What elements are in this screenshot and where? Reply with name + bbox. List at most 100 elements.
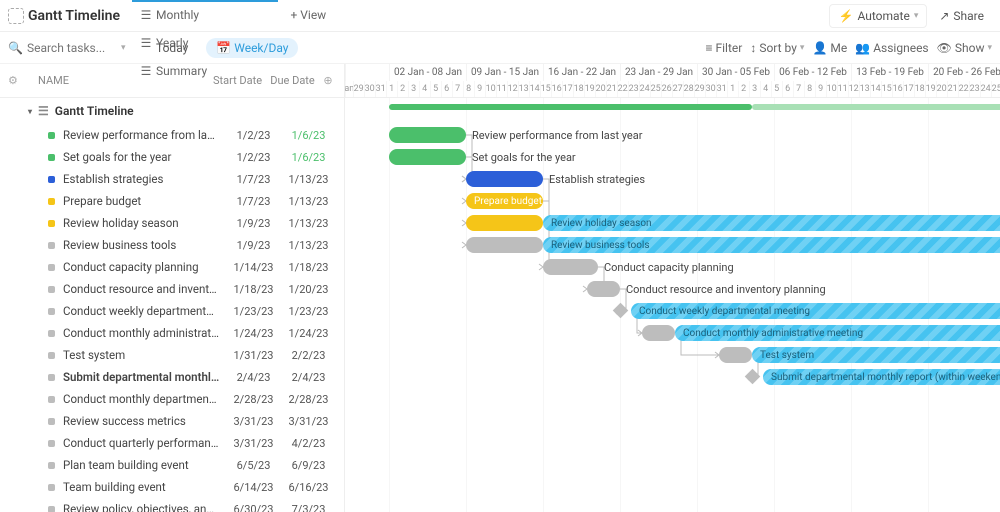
chevron-down-icon[interactable]: ▾ xyxy=(121,43,126,53)
task-row[interactable]: Test system1/31/232/2/23 xyxy=(0,344,344,366)
gantt-bar[interactable]: Establish strategies xyxy=(466,171,543,187)
week-header: 13 Feb - 19 Feb xyxy=(851,64,928,81)
task-row[interactable]: Conduct quarterly performance m...3/31/2… xyxy=(0,432,344,454)
list-icon: ☰ xyxy=(38,104,49,118)
gantt-bar-progress[interactable]: Review holiday season xyxy=(543,215,1000,231)
task-row[interactable]: Review holiday season1/9/231/13/23 xyxy=(0,212,344,234)
gantt-bar[interactable] xyxy=(466,215,543,231)
gantt-bar-progress[interactable]: Conduct weekly departmental meeting xyxy=(631,303,1000,319)
due-date: 1/13/23 xyxy=(281,217,336,230)
page-title: Gantt Timeline xyxy=(28,8,120,24)
day-header: 20 xyxy=(936,81,947,98)
gantt-bar[interactable] xyxy=(719,347,752,363)
task-name: Team building event xyxy=(63,480,226,494)
automate-button[interactable]: ⚡ Automate ▾ xyxy=(829,4,927,28)
status-dot xyxy=(48,374,55,381)
search-input[interactable] xyxy=(27,41,117,55)
add-view-button[interactable]: + View xyxy=(282,2,334,30)
group-header[interactable]: ▾ ☰ Gantt Timeline xyxy=(0,98,344,124)
due-date: 3/31/23 xyxy=(281,415,336,428)
day-header: 11 xyxy=(837,81,848,98)
share-button[interactable]: ↗ Share xyxy=(931,5,992,27)
gantt-bar[interactable]: Prepare budget xyxy=(466,193,543,209)
bar-label: Conduct resource and inventory planning xyxy=(626,283,826,296)
weekday-button[interactable]: 📅 Week/Day xyxy=(206,38,298,58)
me-button[interactable]: 👤 Me xyxy=(812,41,847,55)
app-icon xyxy=(8,8,24,24)
day-header: 25 xyxy=(991,81,1000,98)
task-name: Review holiday season xyxy=(63,216,226,230)
day-header: 4 xyxy=(419,81,430,98)
task-name: Conduct weekly departmental me... xyxy=(63,304,226,318)
task-row[interactable]: Conduct monthly departmental m...2/28/23… xyxy=(0,388,344,410)
gantt-bar[interactable]: Review performance from last year xyxy=(389,127,466,143)
bar-label: Review performance from last year xyxy=(472,129,642,142)
bar-label: Conduct capacity planning xyxy=(604,261,734,274)
filter-button[interactable]: ≡ Filter xyxy=(705,41,742,55)
task-row[interactable]: Conduct capacity planning1/14/231/18/23 xyxy=(0,256,344,278)
day-header: 9 xyxy=(474,81,485,98)
milestone[interactable] xyxy=(613,303,629,319)
status-dot xyxy=(48,220,55,227)
status-dot xyxy=(48,198,55,205)
gantt-bar[interactable] xyxy=(642,325,675,341)
task-row[interactable]: Conduct resource and inventory pl...1/18… xyxy=(0,278,344,300)
status-dot xyxy=(48,418,55,425)
day-header: 23 xyxy=(969,81,980,98)
gantt-bar-progress[interactable]: Test system xyxy=(752,347,1000,363)
gantt-bar[interactable]: Set goals for the year xyxy=(389,149,466,165)
day-header: 31 xyxy=(375,81,386,98)
day-header: 16 xyxy=(892,81,903,98)
task-row[interactable]: Review success metrics3/31/233/31/23 xyxy=(0,410,344,432)
task-row[interactable]: Submit departmental monthly re...2/4/232… xyxy=(0,366,344,388)
week-header: 16 Jan - 22 Jan xyxy=(543,64,620,81)
day-header: 24 xyxy=(639,81,650,98)
gantt-bar[interactable]: Conduct resource and inventory planning xyxy=(587,281,620,297)
gantt-bar-progress[interactable]: Submit departmental monthly report (with… xyxy=(763,369,1000,385)
week-header: 30 Jan - 05 Feb xyxy=(697,64,774,81)
search-input-wrap[interactable]: 🔍 ▾ xyxy=(8,41,138,55)
milestone[interactable] xyxy=(745,369,761,385)
task-row[interactable]: Conduct monthly administrative m...1/24/… xyxy=(0,322,344,344)
due-date: 6/16/23 xyxy=(281,481,336,494)
day-header: 4 xyxy=(760,81,771,98)
task-row[interactable]: Set goals for the year1/2/231/6/23 xyxy=(0,146,344,168)
tab-monthly[interactable]: ☰Monthly xyxy=(132,2,278,30)
assignees-button[interactable]: 👥 Assignees xyxy=(855,41,928,55)
status-dot xyxy=(48,308,55,315)
task-row[interactable]: Conduct weekly departmental me...1/23/23… xyxy=(0,300,344,322)
start-date: 1/9/23 xyxy=(226,239,281,252)
day-header: 13 xyxy=(518,81,529,98)
task-name: Review business tools xyxy=(63,238,226,252)
status-dot xyxy=(48,264,55,271)
bar-label: Set goals for the year xyxy=(472,151,576,164)
gantt-bar[interactable]: Conduct capacity planning xyxy=(543,259,598,275)
task-row[interactable]: Prepare budget1/7/231/13/23 xyxy=(0,190,344,212)
task-name: Set goals for the year xyxy=(63,150,226,164)
add-column-button[interactable]: ⊕ xyxy=(320,74,336,87)
column-name: NAME xyxy=(24,74,210,87)
gantt-bar[interactable] xyxy=(466,237,543,253)
task-row[interactable]: Team building event6/14/236/16/23 xyxy=(0,476,344,498)
list-icon: ☰ xyxy=(140,9,152,21)
gear-icon[interactable]: ⚙ xyxy=(8,74,24,87)
day-header: 9 xyxy=(815,81,826,98)
task-row[interactable]: Review performance from last year1/2/231… xyxy=(0,124,344,146)
day-header: 7 xyxy=(793,81,804,98)
show-button[interactable]: 👁 Show ▾ xyxy=(937,41,992,55)
sort-button[interactable]: ↕ Sort by ▾ xyxy=(750,41,804,55)
task-row[interactable]: Establish strategies1/7/231/13/23 xyxy=(0,168,344,190)
task-name: Test system xyxy=(63,348,226,362)
task-row[interactable]: Review business tools1/9/231/13/23 xyxy=(0,234,344,256)
task-row[interactable]: Plan team building event6/5/236/9/23 xyxy=(0,454,344,476)
today-button[interactable]: Today xyxy=(146,38,198,58)
day-header: 23 xyxy=(628,81,639,98)
day-header: 25 xyxy=(650,81,661,98)
start-date: 1/24/23 xyxy=(226,327,281,340)
start-date: 1/31/23 xyxy=(226,349,281,362)
task-row[interactable]: Review policy, objectives, and busi...6/… xyxy=(0,498,344,512)
day-header: 31 xyxy=(716,81,727,98)
day-header: 14 xyxy=(529,81,540,98)
gantt-bar-progress[interactable]: Review business tools xyxy=(543,237,1000,253)
gantt-bar-progress[interactable]: Conduct monthly administrative meeting xyxy=(675,325,1000,341)
